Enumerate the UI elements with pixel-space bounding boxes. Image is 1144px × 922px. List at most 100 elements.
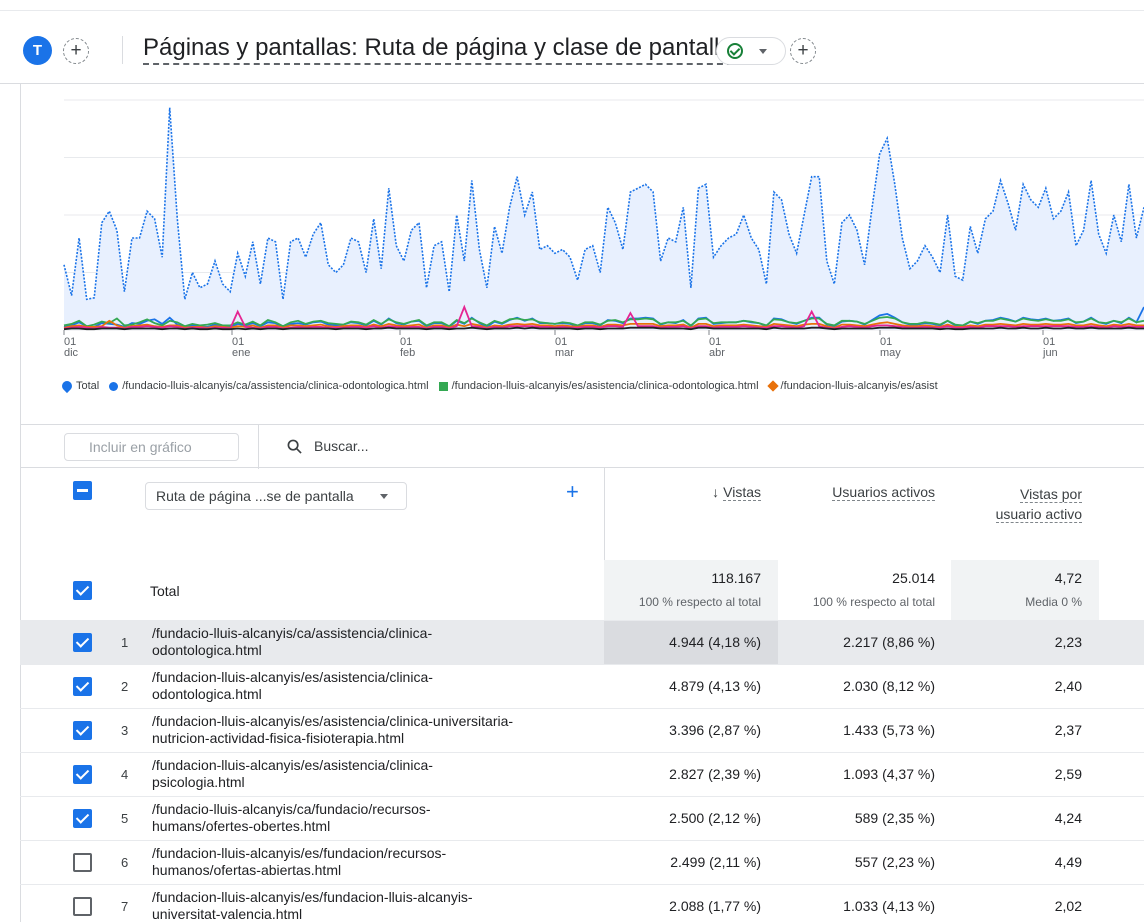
page-path-line2: psicologia.html (152, 774, 245, 790)
total-users-value: 25.014 (892, 570, 935, 586)
circle-legend-icon (109, 381, 119, 391)
page-path-link[interactable]: /fundacion-lluis-alcanyis/es/asistencia/… (152, 669, 612, 703)
row-index: 3 (121, 723, 129, 738)
page-path-link[interactable]: /fundacion-lluis-alcanyis/es/fundacion/r… (152, 845, 612, 879)
page-path-line2: humanos/ofertas-abiertas.html (152, 862, 342, 878)
page-path-line1: /fundacion-lluis-alcanyis/es/asistencia/… (152, 669, 433, 685)
check-circle-icon (727, 43, 743, 59)
search-input[interactable]: Buscar... (314, 438, 368, 454)
table-row[interactable]: 7/fundacion-lluis-alcanyis/es/fundacion-… (20, 884, 1144, 922)
page-path-line1: /fundacion-lluis-alcanyis/es/asistencia/… (152, 713, 514, 729)
users-column-header[interactable]: Usuarios activos (780, 484, 935, 501)
users-cell: 1.033 (4,13 %) (843, 898, 935, 914)
views-cell: 2.827 (2,39 %) (669, 766, 761, 782)
vpu-cell: 2,40 (1054, 678, 1082, 694)
toolbar-divider (258, 425, 259, 469)
row-checkbox[interactable] (73, 633, 92, 652)
page-path-link[interactable]: /fundacion-lluis-alcanyis/es/fundacion-l… (152, 889, 612, 922)
row-checkbox[interactable] (73, 721, 92, 740)
page-path-line2: nutricion-actividad-fisica-fisioterapia.… (152, 730, 405, 746)
legend-item[interactable]: /fundacion-lluis-alcanyis/es/asist (766, 380, 938, 392)
select-all-checkbox[interactable] (73, 481, 92, 500)
page-path-line1: /fundacio-lluis-alcanyis/ca/fundacio/rec… (152, 801, 431, 817)
vpu-header-line2: usuario activo (995, 506, 1082, 523)
x-tick-month: mar (555, 347, 574, 359)
row-checkbox[interactable] (73, 809, 92, 828)
legend-item[interactable]: Total (59, 378, 100, 394)
views-cell: 4.879 (4,13 %) (669, 678, 761, 694)
page-path-link[interactable]: /fundacion-lluis-alcanyis/es/asistencia/… (152, 757, 612, 791)
vpu-column-header[interactable]: Vistas por usuario activo (955, 484, 1082, 524)
total-label: Total (150, 583, 180, 599)
page-title-text: Páginas y pantallas: Ruta de página y cl… (143, 34, 733, 65)
diamond-legend-icon (766, 380, 779, 392)
table-row[interactable]: 5/fundacio-lluis-alcanyis/ca/fundacio/re… (20, 796, 1144, 840)
page-path-line1: /fundacion-lluis-alcanyis/es/fundacion-l… (152, 889, 473, 905)
legend-label: /fundacion-lluis-alcanyis/es/asist (780, 380, 938, 392)
total-users: 25.014 100 % respecto al total (784, 570, 935, 609)
legend-label: Total (76, 380, 100, 392)
table-row[interactable]: 1/fundacio-lluis-alcanyis/ca/assistencia… (20, 620, 1144, 664)
page-title[interactable]: Páginas y pantallas: Ruta de página y cl… (143, 34, 733, 65)
table-row[interactable]: 3/fundacion-lluis-alcanyis/es/asistencia… (20, 708, 1144, 752)
dimension-selector[interactable]: Ruta de página ...se de pantalla (145, 482, 407, 510)
chevron-down-icon (380, 494, 388, 499)
row-checkbox[interactable] (73, 853, 92, 872)
square-legend-icon (438, 381, 448, 391)
views-cell: 3.396 (2,87 %) (669, 722, 761, 738)
table-row[interactable]: 4/fundacion-lluis-alcanyis/es/asistencia… (20, 752, 1144, 796)
total-views-value: 118.167 (711, 570, 761, 586)
total-area (64, 107, 1144, 330)
page-path-line2: odontologica.html (152, 686, 262, 702)
row-index: 1 (121, 635, 129, 650)
x-tick-month: feb (400, 347, 415, 359)
row-index: 6 (121, 855, 129, 870)
drop-legend-icon (59, 378, 75, 394)
row-index: 4 (121, 767, 129, 782)
total-views-sub: 100 % respecto al total (638, 595, 761, 609)
column-divider (604, 468, 605, 560)
users-cell: 2.030 (8,12 %) (843, 678, 935, 694)
views-column-header[interactable]: ↓ Vistas (620, 484, 761, 501)
row-checkbox[interactable] (73, 677, 92, 696)
dimension-label: Ruta de página ...se de pantalla (156, 488, 354, 504)
total-vpu: 4,72 Media 0 % (960, 570, 1082, 609)
total-vpu-sub: Media 0 % (1025, 595, 1082, 609)
page-path-link[interactable]: /fundacion-lluis-alcanyis/es/asistencia/… (152, 713, 612, 747)
add-dimension-button[interactable]: + (566, 481, 579, 503)
page-path-link[interactable]: /fundacio-lluis-alcanyis/ca/fundacio/rec… (152, 801, 612, 835)
legend-item[interactable]: /fundacion-lluis-alcanyis/es/asistencia/… (438, 380, 759, 392)
legend-item[interactable]: /fundacio-lluis-alcanyis/ca/assistencia/… (109, 380, 429, 392)
users-header-label: Usuarios activos (832, 484, 935, 501)
table-row[interactable]: 2/fundacion-lluis-alcanyis/es/asistencia… (20, 664, 1144, 708)
page-path-line2: odontologica.html (152, 642, 262, 658)
vpu-header-line1: Vistas por (1020, 486, 1082, 503)
x-tick-month: may (880, 347, 901, 359)
status-dropdown[interactable] (716, 37, 786, 65)
page-path-link[interactable]: /fundacio-lluis-alcanyis/ca/assistencia/… (152, 625, 612, 659)
search-icon[interactable] (287, 439, 302, 454)
users-cell: 589 (2,35 %) (854, 810, 935, 826)
views-cell: 2.088 (1,77 %) (669, 898, 761, 914)
total-vpu-value: 4,72 (1054, 570, 1082, 586)
header-divider (122, 36, 123, 64)
line-chart[interactable]: 01dic01ene01feb01mar01abr01may01jun (50, 90, 1144, 375)
views-cell: 4.944 (4,18 %) (669, 634, 761, 650)
vpu-cell: 2,37 (1054, 722, 1082, 738)
total-checkbox[interactable] (73, 581, 92, 600)
page-path-line1: /fundacio-lluis-alcanyis/ca/assistencia/… (152, 625, 433, 641)
page-path-line1: /fundacion-lluis-alcanyis/es/asistencia/… (152, 757, 433, 773)
row-checkbox[interactable] (73, 897, 92, 916)
x-tick-month: abr (709, 347, 725, 359)
include-in-chart-button[interactable]: Incluir en gráfico (64, 433, 239, 461)
x-tick-month: jun (1042, 347, 1058, 359)
chevron-down-icon (759, 49, 767, 54)
add-filter-button[interactable]: + (790, 38, 816, 64)
views-cell: 2.499 (2,11 %) (670, 854, 761, 870)
page-path-line2: universitat-valencia.html (152, 906, 303, 922)
add-comparison-button[interactable]: + (63, 38, 89, 64)
avatar[interactable]: T (23, 36, 52, 65)
vpu-cell: 2,02 (1054, 898, 1082, 914)
row-checkbox[interactable] (73, 765, 92, 784)
table-row[interactable]: 6/fundacion-lluis-alcanyis/es/fundacion/… (20, 840, 1144, 884)
